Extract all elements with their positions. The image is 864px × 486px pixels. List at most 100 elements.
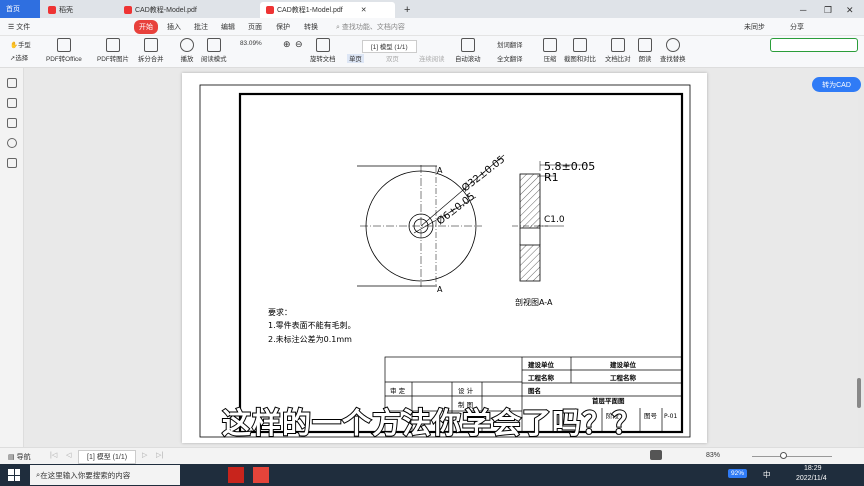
windows-start-icon[interactable] — [8, 469, 20, 481]
drawing-name-label: 图名 — [528, 386, 541, 395]
auto-scroll-label: 自动滚动 — [455, 56, 481, 63]
last-page-icon[interactable]: ▷| — [156, 451, 163, 459]
taskbar-search[interactable]: ⌕ 在这里输入你要搜索的内容 — [30, 465, 180, 485]
menu-protect[interactable]: 保护 — [276, 22, 290, 32]
word-translate-label: 划词翻译 — [497, 42, 523, 49]
read-aloud-label: 朗读 — [638, 56, 652, 63]
menu-insert[interactable]: 插入 — [167, 22, 181, 32]
pdf-to-image-button[interactable]: PDF转图片 — [97, 38, 129, 63]
tab-cad-model-1[interactable]: CAD教程1-Model.pdf ✕ — [260, 2, 395, 18]
pdf-icon — [124, 6, 132, 14]
prev-page-icon[interactable]: ◁ — [66, 451, 71, 459]
full-translate-button[interactable]: 全文翻译 — [497, 54, 523, 63]
sync-status[interactable]: 未同步 — [744, 22, 765, 32]
menu-file[interactable]: ☰ 文件 — [8, 22, 30, 32]
maximize-icon[interactable]: ❐ — [818, 2, 838, 18]
video-subtitle: 这样的一个方法你学会了吗？？ — [221, 405, 642, 441]
pdf-icon — [266, 6, 274, 14]
screenshot-compare-label: 截图和对比 — [564, 56, 596, 63]
ime-indicator[interactable]: 中 — [763, 469, 771, 480]
tab-home[interactable]: 首页 — [0, 0, 40, 18]
section-upper — [519, 173, 541, 229]
tab-home-label: 首页 — [6, 6, 20, 13]
radius-text: R1 — [544, 171, 559, 184]
menu-annotate[interactable]: 批注 — [194, 22, 208, 32]
compress-button[interactable]: 压缩 — [543, 38, 557, 63]
to-cad-button[interactable]: 转为CAD — [812, 77, 861, 92]
rotate-doc-button[interactable]: 旋转文档 — [310, 38, 336, 63]
close-icon[interactable]: ✕ — [361, 6, 367, 14]
minimize-icon[interactable]: ─ — [794, 2, 812, 18]
hand-icon: ✋ — [10, 41, 18, 49]
hand-tool[interactable]: ✋ 手型 — [10, 40, 31, 50]
find-replace-button[interactable]: 查找替换 — [660, 38, 686, 63]
thumbnail-icon[interactable] — [7, 98, 17, 108]
bookmark-icon[interactable] — [7, 78, 17, 88]
menu-edit[interactable]: 编辑 — [221, 22, 235, 32]
attachment-icon[interactable] — [7, 138, 17, 148]
zoom-out-icon[interactable]: ⊖ — [295, 39, 303, 50]
project-value: 工程名称 — [610, 373, 637, 382]
design-label: 设 计 — [458, 386, 474, 395]
auto-scroll-button[interactable]: 自动滚动 — [455, 38, 481, 63]
first-page-icon[interactable]: |◁ — [50, 451, 57, 459]
tab-docer[interactable]: 稻壳 — [42, 2, 79, 18]
screenshot-compare-button[interactable]: 截图和对比 — [564, 38, 596, 63]
ime-toolbar[interactable] — [770, 38, 858, 52]
select-tool[interactable]: ➚ 选择 — [10, 53, 29, 63]
menu-start[interactable]: 开始 — [134, 20, 158, 34]
search-placeholder: 查找功能、文档内容 — [341, 24, 405, 31]
zoom-slider-track[interactable] — [752, 456, 832, 457]
tab-cad-model[interactable]: CAD教程-Model.pdf — [118, 2, 246, 18]
compress-icon — [543, 38, 557, 52]
next-page-icon[interactable]: ▷ — [142, 451, 147, 459]
window-close-icon[interactable]: ✕ — [840, 2, 860, 18]
pdf-to-office-label: PDF转Office — [46, 56, 82, 63]
find-replace-label: 查找替换 — [660, 56, 686, 63]
comment-icon[interactable] — [7, 118, 17, 128]
autocad-app-icon[interactable] — [228, 467, 244, 483]
word-translate-button[interactable]: 划词翻译 — [497, 40, 523, 49]
play-label: 播放 — [180, 56, 194, 63]
section-label: 剖视图A-A — [515, 297, 553, 307]
split-merge-button[interactable]: 拆分合并 — [138, 38, 164, 63]
play-mode-icon[interactable] — [650, 450, 662, 460]
zoom-dropdown[interactable]: 83% — [706, 452, 720, 459]
nav-toggle[interactable]: ▤ 导航 — [8, 452, 31, 462]
zoom-slider-thumb[interactable] — [780, 452, 787, 459]
tab-docer-label: 稻壳 — [59, 7, 73, 14]
review-label: 审 定 — [390, 386, 406, 395]
zoom-in-icon[interactable]: ⊕ — [283, 39, 291, 50]
play-button[interactable]: 播放 — [180, 38, 194, 63]
wps-app-icon[interactable] — [253, 467, 269, 483]
to-cad-label: 转为CAD — [822, 81, 851, 89]
doc-compare-button[interactable]: 文档比对 — [605, 38, 631, 63]
split-merge-icon — [143, 38, 158, 52]
share-button[interactable]: 分享 — [790, 22, 804, 32]
battery-indicator[interactable]: 92% — [728, 469, 748, 478]
single-page-button[interactable]: 单页 — [347, 54, 364, 63]
auto-scroll-icon — [460, 38, 475, 52]
continuous-read-button[interactable]: 连续阅读 — [419, 54, 445, 63]
menu-page[interactable]: 页面 — [248, 22, 262, 32]
single-page-label: 单页 — [349, 56, 362, 63]
search-box[interactable]: ⌕ 查找功能、文档内容 — [336, 22, 405, 32]
select-label: 选择 — [15, 55, 29, 62]
doc-compare-icon — [610, 38, 625, 52]
menu-convert[interactable]: 转换 — [304, 22, 318, 32]
note-2: 2.未标注公差为0.1mm — [268, 334, 352, 344]
stamp-icon[interactable] — [7, 158, 17, 168]
new-tab-icon[interactable]: + — [398, 2, 416, 18]
pdf-to-office-button[interactable]: PDF转Office — [46, 38, 82, 63]
tab-cad-model-label: CAD教程-Model.pdf — [135, 7, 197, 14]
read-mode-button[interactable]: 阅读模式 — [201, 38, 227, 63]
play-icon — [180, 38, 194, 52]
page-indicator-label: [1] 模型 (1/1) — [371, 44, 408, 51]
full-translate-label: 全文翻译 — [497, 56, 523, 63]
double-page-button[interactable]: 双页 — [386, 54, 399, 63]
page-indicator[interactable]: [1] 模型 (1/1) — [362, 40, 417, 53]
status-page-indicator[interactable]: [1] 模型 (1/1) — [78, 450, 137, 464]
read-aloud-button[interactable]: 朗读 — [638, 38, 652, 63]
doc-compare-label: 文档比对 — [605, 56, 631, 63]
zoom-input[interactable]: 83.09% — [240, 40, 262, 47]
